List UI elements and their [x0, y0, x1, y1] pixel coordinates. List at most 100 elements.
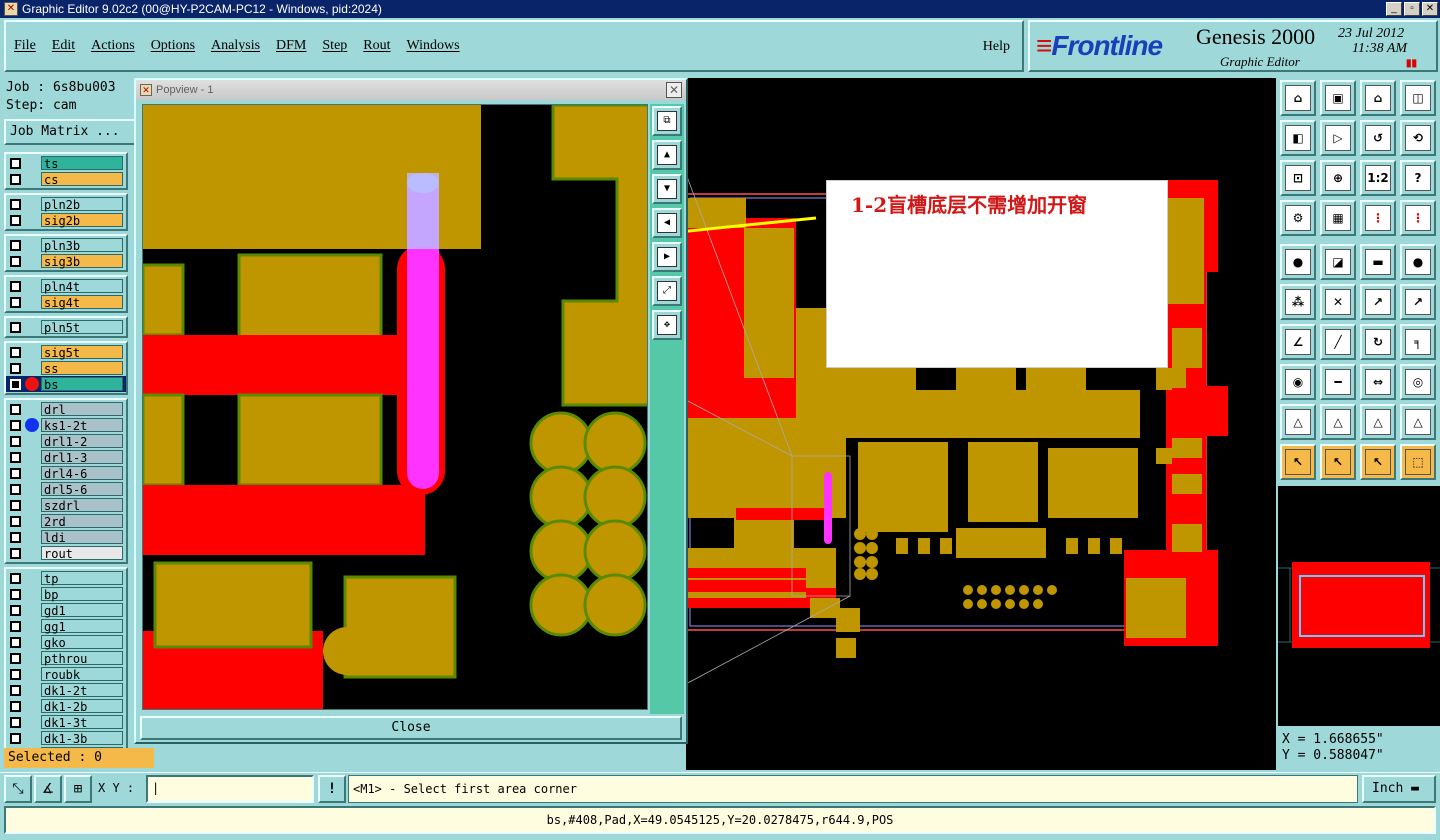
layer-name[interactable]: bp — [41, 587, 123, 602]
layer-row-cs[interactable]: cs — [6, 171, 126, 187]
home-button[interactable]: ⌂ — [1280, 80, 1316, 116]
menu-analysis[interactable]: Analysis — [211, 38, 260, 54]
triangle-button[interactable]: △ — [1280, 404, 1316, 440]
layer-name[interactable]: sig5t — [41, 345, 123, 360]
layer-checkbox[interactable] — [10, 716, 21, 728]
pause-icon[interactable]: ▮▮ — [1406, 58, 1417, 69]
layer-checkbox[interactable] — [10, 198, 21, 210]
layer-checkbox[interactable] — [10, 684, 21, 696]
layer-row-sig4t[interactable]: sig4t — [6, 294, 126, 310]
menu-step[interactable]: Step — [322, 38, 347, 54]
alert-icon[interactable]: ! — [318, 775, 346, 803]
layer-row-drl4-6[interactable]: drl4-6 — [6, 465, 126, 481]
layer-checkbox[interactable] — [10, 732, 21, 744]
layer-name[interactable]: ks1-2t — [41, 418, 123, 433]
layer-name[interactable]: ss — [41, 361, 123, 376]
text-button[interactable]: ╕ — [1400, 324, 1436, 360]
layer-row-ks1-2t[interactable]: ks1-2t — [6, 417, 126, 433]
window-button[interactable]: ◫ — [1400, 80, 1436, 116]
layer-row-rout[interactable]: rout — [6, 545, 126, 561]
layer-name[interactable]: dk1-3b — [41, 731, 123, 746]
layer-checkbox[interactable] — [10, 636, 21, 648]
layer-checkbox[interactable] — [10, 588, 21, 600]
layer-name[interactable]: ldi — [41, 530, 123, 545]
layer-row-sig2b[interactable]: sig2b — [6, 212, 126, 228]
layer-name[interactable]: cs — [41, 172, 123, 187]
layer-row-roubk[interactable]: roubk — [6, 666, 126, 682]
layer-row-pln5t[interactable]: pln5t — [6, 319, 126, 335]
layer-row-ldi[interactable]: ldi — [6, 529, 126, 545]
layer-checkbox[interactable] — [10, 652, 21, 664]
layer-row-sig3b[interactable]: sig3b — [6, 253, 126, 269]
layer-checkbox[interactable] — [10, 296, 21, 308]
overview-map[interactable] — [1278, 486, 1440, 726]
line-button[interactable]: ╱ — [1320, 324, 1356, 360]
layer-name[interactable]: pln5t — [41, 320, 123, 335]
layer-row-bs[interactable]: bs — [6, 376, 126, 392]
menu-edit[interactable]: Edit — [52, 38, 75, 54]
layer-row-dk1-2t[interactable]: dk1-2t — [6, 682, 126, 698]
layer-row-dk1-3t[interactable]: dk1-3t — [6, 714, 126, 730]
pointer-alt-button[interactable]: ↖ — [1360, 444, 1396, 480]
layer-name[interactable]: dk1-3t — [41, 715, 123, 730]
menu-dfm[interactable]: DFM — [276, 38, 306, 54]
triangle-b-button[interactable]: △ — [1360, 404, 1396, 440]
layer-row-gd1[interactable]: gd1 — [6, 602, 126, 618]
layer-row-dk1-3b[interactable]: dk1-3b — [6, 730, 126, 746]
layer-display-icon[interactable] — [25, 377, 39, 391]
delete-button[interactable]: ✕ — [1320, 284, 1356, 320]
layer-checkbox[interactable] — [10, 604, 21, 616]
layer-name[interactable]: dk1-2t — [41, 683, 123, 698]
layer-name[interactable]: sig2b — [41, 213, 123, 228]
layer-checkbox[interactable] — [10, 451, 21, 463]
popview-pan-down-button[interactable]: ▼ — [652, 174, 682, 204]
line-add-button[interactable]: ━ — [1320, 364, 1356, 400]
popview-pan-left-button[interactable]: ◀ — [652, 208, 682, 238]
layer-checkbox[interactable] — [10, 547, 21, 559]
copy-button[interactable]: ↗ — [1400, 284, 1436, 320]
popview-pan-right-button[interactable]: ▶ — [652, 242, 682, 272]
arc-button[interactable]: ↻ — [1360, 324, 1396, 360]
layer-name[interactable]: gg1 — [41, 619, 123, 634]
layer-checkbox[interactable] — [10, 173, 21, 185]
layer-row-sig5t[interactable]: sig5t — [6, 344, 126, 360]
layer-name[interactable]: sig3b — [41, 254, 123, 269]
layer-checkbox[interactable] — [10, 239, 21, 251]
popview-close-button[interactable]: Close — [140, 716, 682, 740]
layer-checkbox[interactable] — [10, 214, 21, 226]
layer-name[interactable]: pln3b — [41, 238, 123, 253]
measure-button[interactable]: ⇔ — [1360, 364, 1396, 400]
layer-checkbox[interactable] — [10, 378, 21, 390]
layer-name[interactable]: gko — [41, 635, 123, 650]
redraw-button[interactable]: ⟲ — [1400, 120, 1436, 156]
scale-1-2-button[interactable]: 1:2 — [1360, 160, 1396, 196]
grid-icon[interactable]: ⊞ — [64, 775, 92, 803]
layer-row-drl5-6[interactable]: drl5-6 — [6, 481, 126, 497]
layer-checkbox[interactable] — [10, 515, 21, 527]
layer-row-drl1-3[interactable]: drl1-3 — [6, 449, 126, 465]
zoom-center-button[interactable]: ⊕ — [1320, 160, 1356, 196]
layer-row-ss[interactable]: ss — [6, 360, 126, 376]
layer-name[interactable]: drl4-6 — [41, 466, 123, 481]
xy-input[interactable]: | — [146, 775, 314, 803]
layer-row-2rd[interactable]: 2rd — [6, 513, 126, 529]
job-matrix-button[interactable]: Job Matrix ... — [4, 119, 136, 145]
popview-canvas[interactable] — [142, 104, 648, 710]
grid-button[interactable]: ▦ — [1320, 200, 1356, 236]
layer-name[interactable]: dk1-2b — [41, 699, 123, 714]
layer-name[interactable]: 2rd — [41, 514, 123, 529]
layer-name[interactable]: roubk — [41, 667, 123, 682]
layer-name[interactable]: rout — [41, 546, 123, 561]
layer-checkbox[interactable] — [10, 362, 21, 374]
layer-checkbox[interactable] — [10, 483, 21, 495]
layer-row-pln4t[interactable]: pln4t — [6, 278, 126, 294]
layer-checkbox[interactable] — [10, 255, 21, 267]
units-select[interactable]: Inch ▬ — [1362, 775, 1436, 803]
pan-button[interactable]: ⌂ — [1360, 80, 1396, 116]
triangle-a-button[interactable]: △ — [1320, 404, 1356, 440]
popview-zoom-in-button[interactable]: ✥ — [652, 310, 682, 340]
layer-checkbox[interactable] — [10, 435, 21, 447]
layer-row-tp[interactable]: tp — [6, 570, 126, 586]
menu-help[interactable]: Help — [983, 39, 1010, 55]
popview-zoom-out-button[interactable]: ⤢ — [652, 276, 682, 306]
